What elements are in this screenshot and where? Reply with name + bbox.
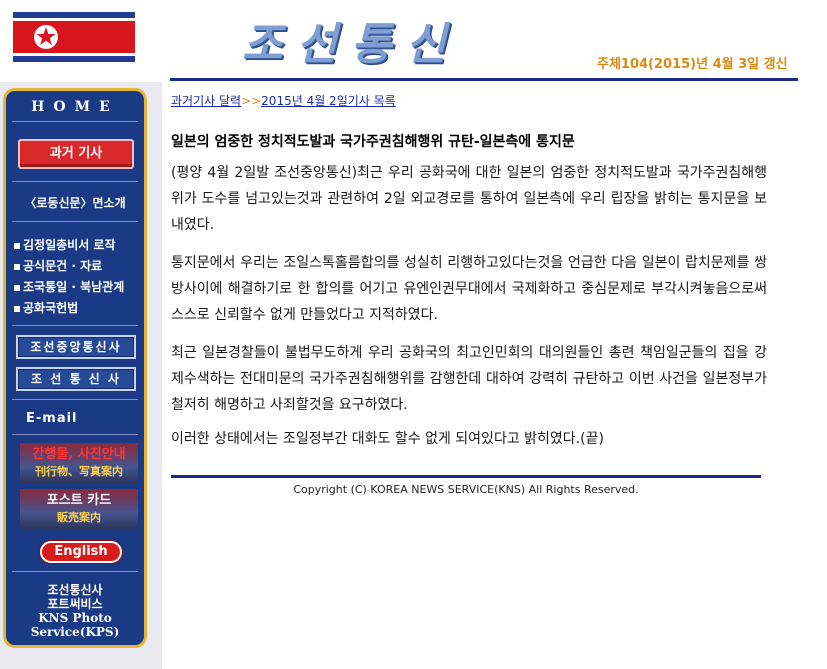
- sidebar-item-documents[interactable]: 공식문건 · 자료: [14, 256, 124, 277]
- divider: [12, 121, 138, 122]
- sidebar-menu: 김정일총비서 로작 공식문건 · 자료 조국통일 · 북남관계 공화국헌법: [14, 235, 124, 319]
- article-headline: 일본의 엄중한 정치적도발과 국가주권침해행위 규탄-일본측에 통지문: [171, 134, 575, 150]
- sidebar-item-constitution[interactable]: 공화국헌법: [14, 298, 124, 319]
- page-header: 조선통신 주체104(2015)년 4월 3일 갱신: [0, 0, 827, 82]
- kps-link[interactable]: 조선통신사 포트써비스 KNS Photo Service(KPS): [6, 583, 144, 639]
- divider: [12, 325, 138, 326]
- bullet-icon: [14, 263, 20, 270]
- divider: [12, 221, 138, 222]
- divider: [12, 571, 138, 572]
- bullet-icon: [14, 305, 20, 312]
- header-divider: [170, 78, 798, 81]
- sidebar: HOME 과거 기사 〈로동신문〉면소개 김정일총비서 로작 공식문건 · 자료…: [3, 88, 147, 648]
- promo-title: 포스트 카드: [46, 493, 112, 508]
- update-date: 주체104(2015)년 4월 3일 갱신: [597, 57, 788, 72]
- english-button[interactable]: English: [40, 541, 122, 563]
- kcna-button[interactable]: 조선중앙통신사: [16, 335, 136, 359]
- article-paragraph: 이러한 상태에서는 조일정부간 대화도 할수 없게 되여있다고 밝히였다.(끝): [171, 431, 604, 447]
- breadcrumb-separator: >>: [241, 94, 262, 108]
- kps-line: 조선통신사: [47, 583, 103, 597]
- home-link[interactable]: HOME: [6, 99, 144, 115]
- promo-subtitle: 販売案内: [57, 511, 101, 524]
- dprk-flag-icon: [13, 12, 135, 62]
- copyright-text: Copyright (C) KOREA NEWS SERVICE(KNS) Al…: [293, 483, 639, 496]
- article-paragraph: (평양 4월 2일발 조선중앙통신)최근 우리 공화국에 대한 일본의 엄중한 …: [171, 165, 767, 233]
- calendar-link[interactable]: 과거기사 달력: [171, 94, 241, 108]
- article-list-link[interactable]: 2015년 4월 2일기사 목록: [261, 94, 396, 108]
- sidebar-item-label: 공식문건 · 자료: [23, 259, 103, 273]
- promo-title: 간행물, 사진안내: [32, 447, 126, 462]
- article-paragraph: 최근 일본경찰들이 불법무도하게 우리 공화국의 최고인민회의 대의원들인 총련…: [171, 345, 767, 413]
- sidebar-item-reunification[interactable]: 조국통일 · 북남관계: [14, 277, 124, 298]
- past-articles-button[interactable]: 과거 기사: [18, 139, 134, 169]
- bullet-icon: [14, 242, 20, 249]
- kps-line: 포트써비스: [47, 597, 103, 611]
- publications-banner[interactable]: 간행물, 사진안내 刊行物、写真案内: [20, 443, 138, 483]
- kns-button[interactable]: 조 선 통 신 사: [16, 367, 136, 391]
- postcard-banner[interactable]: 포스트 카드 販売案内: [20, 489, 138, 529]
- email-link[interactable]: E-mail: [26, 411, 78, 426]
- sidebar-item-label: 공화국헌법: [23, 301, 79, 315]
- site-title: 조선통신: [242, 19, 460, 70]
- kps-line: Service(KPS): [30, 625, 120, 639]
- promo-subtitle: 刊行物、写真案内: [35, 465, 123, 478]
- divider: [12, 181, 138, 182]
- kps-line: KNS Photo: [38, 611, 112, 625]
- sidebar-item-label: 조국통일 · 북남관계: [23, 280, 125, 294]
- sidebar-item-label: 김정일총비서 로작: [23, 238, 116, 252]
- article-paragraph: 통지문에서 우리는 조일스톡홀름합의를 성실히 리행하고있다는것을 언급한 다음…: [171, 255, 767, 323]
- breadcrumb: 과거기사 달력>>2015년 4월 2일기사 목록: [171, 92, 396, 109]
- divider: [12, 399, 138, 400]
- rodong-intro-link[interactable]: 〈로동신문〉면소개: [6, 194, 144, 211]
- sidebar-item-works[interactable]: 김정일총비서 로작: [14, 235, 124, 256]
- divider: [12, 434, 138, 435]
- footer-divider: [171, 475, 761, 478]
- bullet-icon: [14, 284, 20, 291]
